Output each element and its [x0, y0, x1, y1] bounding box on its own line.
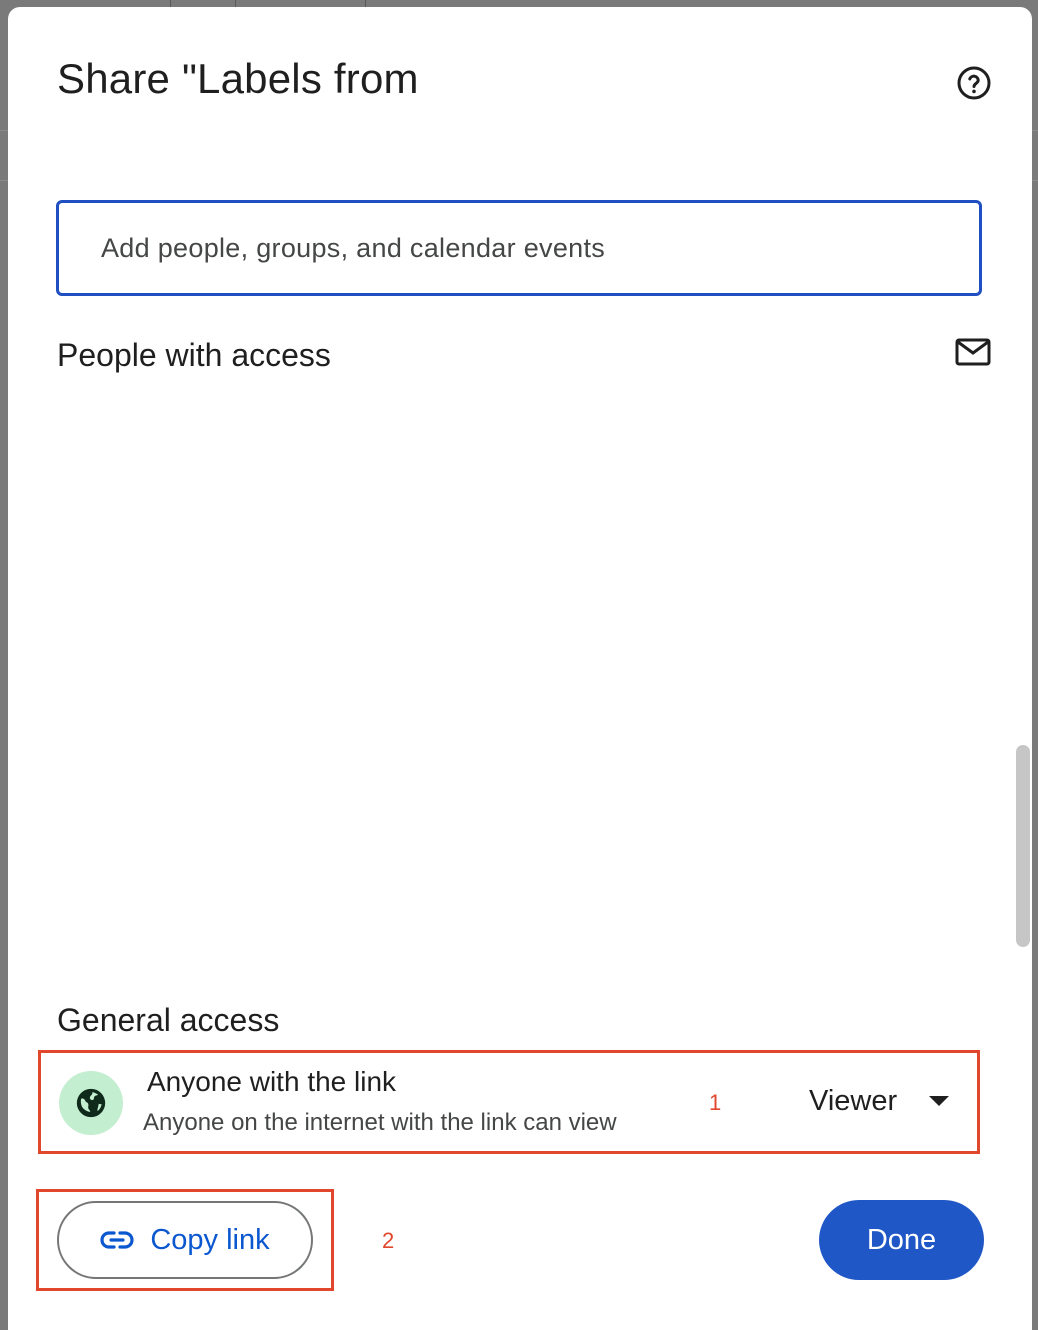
- add-people-field[interactable]: [56, 200, 982, 296]
- general-access-heading: General access: [57, 1002, 280, 1038]
- copy-link-button[interactable]: Copy link: [57, 1201, 313, 1279]
- help-button[interactable]: [954, 63, 994, 103]
- copy-link-label: Copy link: [150, 1223, 270, 1256]
- annotation-marker: 1: [709, 1090, 722, 1115]
- email-people-button[interactable]: [952, 335, 994, 369]
- caret-down-icon: [929, 1096, 950, 1106]
- link-icon: [100, 1231, 134, 1249]
- globe-icon: [76, 1088, 106, 1118]
- help-circle-icon: [957, 66, 991, 100]
- share-dialog: Share "Labels from People with access Ge…: [8, 7, 1032, 1330]
- annotation-marker: 2: [382, 1228, 395, 1253]
- add-people-input[interactable]: [99, 231, 963, 265]
- done-button[interactable]: Done: [819, 1200, 984, 1280]
- access-description: Anyone on the internet with the link can…: [143, 1109, 617, 1136]
- role-dropdown[interactable]: Viewer: [809, 1079, 950, 1123]
- people-with-access-heading: People with access: [57, 337, 331, 373]
- dialog-scrollbar[interactable]: [1016, 745, 1030, 947]
- general-access-row[interactable]: Anyone with the link Anyone on the inter…: [38, 1050, 980, 1154]
- mail-icon: [955, 338, 991, 366]
- role-label: Viewer: [809, 1084, 898, 1117]
- access-type-label: Anyone with the link: [147, 1066, 397, 1097]
- globe-icon-container: [59, 1071, 123, 1135]
- dialog-title: Share "Labels from: [57, 55, 419, 102]
- copy-link-highlight: Copy link: [36, 1189, 334, 1291]
